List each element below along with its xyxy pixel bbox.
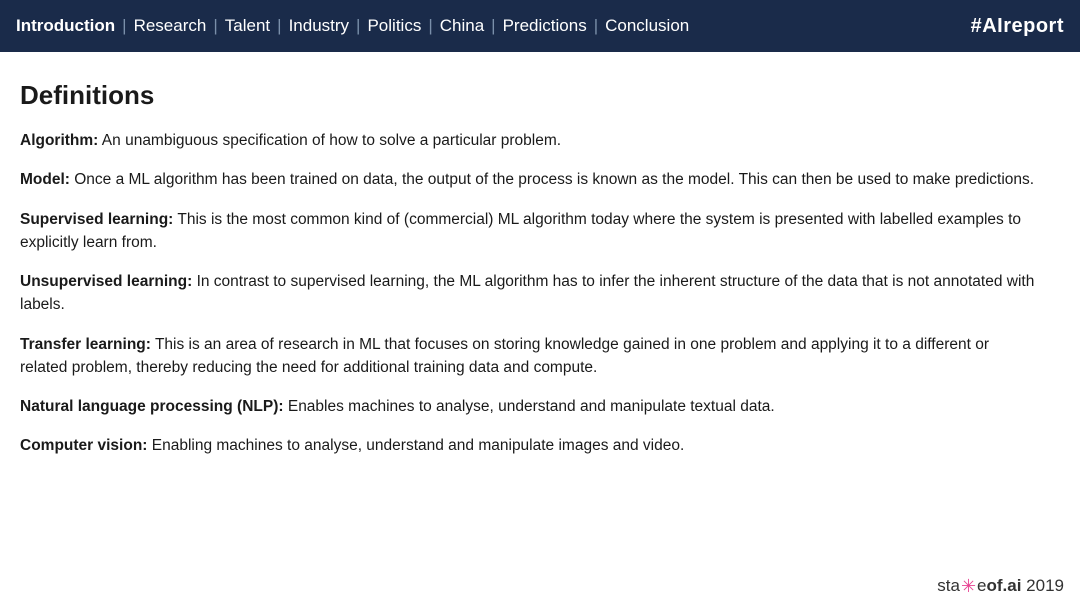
nav-item-predictions[interactable]: Predictions [503, 16, 587, 36]
definition-item: Natural language processing (NLP): Enabl… [20, 395, 1040, 418]
definition-item: Algorithm: An unambiguous specification … [20, 129, 1040, 152]
snowflake-icon: ✳ [961, 576, 976, 597]
nav-separator: | [356, 16, 360, 36]
nav-item-research[interactable]: Research [134, 16, 207, 36]
definitions-list: Algorithm: An unambiguous specification … [20, 129, 1040, 458]
hashtag-label: #AIreport [971, 15, 1064, 38]
logo: sta✳eof.ai 2019 [937, 575, 1064, 596]
definition-item: Transfer learning: This is an area of re… [20, 333, 1040, 380]
nav-separator: | [428, 16, 432, 36]
header: Introduction | Research | Talent | Indus… [0, 0, 1080, 52]
definition-term: Transfer learning: [20, 336, 151, 353]
nav-separator: | [277, 16, 281, 36]
nav-item-talent[interactable]: Talent [225, 16, 270, 36]
logo-text: sta✳eof.ai 2019 [937, 575, 1064, 596]
footer: sta✳eof.ai 2019 [937, 575, 1064, 596]
nav-item-industry[interactable]: Industry [289, 16, 349, 36]
definition-term: Supervised learning: [20, 211, 173, 228]
definition-item: Supervised learning: This is the most co… [20, 208, 1040, 255]
definition-item: Unsupervised learning: In contrast to su… [20, 270, 1040, 317]
definition-item: Computer vision: Enabling machines to an… [20, 434, 1040, 457]
nav-separator: | [122, 16, 126, 36]
nav-separator: | [213, 16, 217, 36]
nav-separator: | [594, 16, 598, 36]
page-title: Definitions [20, 80, 1040, 111]
nav-item-politics[interactable]: Politics [367, 16, 421, 36]
definition-term: Model: [20, 171, 70, 188]
main-content: Definitions Algorithm: An unambiguous sp… [0, 52, 1080, 494]
definition-term: Unsupervised learning: [20, 273, 192, 290]
nav-separator: | [491, 16, 495, 36]
nav-item-china[interactable]: China [440, 16, 484, 36]
nav-item-introduction[interactable]: Introduction [16, 16, 115, 36]
definition-term: Computer vision: [20, 437, 147, 454]
definition-item: Model: Once a ML algorithm has been trai… [20, 168, 1040, 191]
nav-links: Introduction | Research | Talent | Indus… [16, 16, 971, 36]
nav-item-conclusion[interactable]: Conclusion [605, 16, 689, 36]
definition-term: Natural language processing (NLP): [20, 398, 284, 415]
definition-term: Algorithm: [20, 132, 98, 149]
